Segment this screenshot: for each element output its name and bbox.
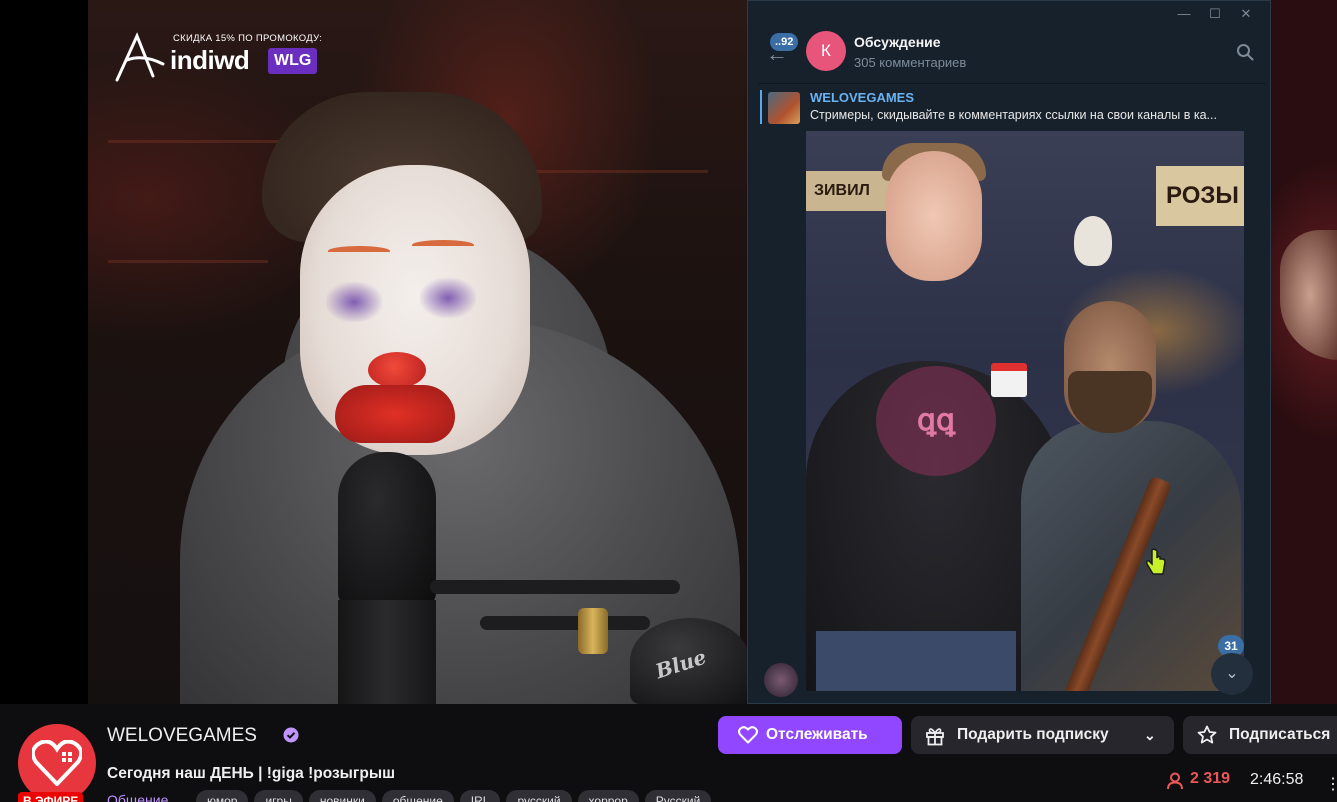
tag-chip[interactable]: русский xyxy=(506,790,572,802)
pinned-sender: WELOVEGAMES xyxy=(810,90,915,105)
follow-label: Отслеживать xyxy=(766,726,868,743)
pinned-thumbnail xyxy=(768,92,800,124)
gift-subscription-button[interactable]: Подарить подписку ⌄ xyxy=(911,716,1174,754)
follow-button[interactable]: Отслеживать xyxy=(718,716,902,754)
clown-lips xyxy=(335,385,455,443)
chevron-down-icon: ⌄ xyxy=(1144,727,1156,743)
tag-list: юмор игры новинки общение IRL русский хо… xyxy=(196,790,712,802)
viewer-number: 2 319 xyxy=(1190,770,1231,787)
tag-chip[interactable]: хоррор xyxy=(577,790,639,802)
subscribe-label: Подписаться xyxy=(1229,726,1331,743)
microphone-body xyxy=(338,600,436,704)
stream-page: Blue СКИДКА 15% ПО ПРОМОКОДУ: indiwd WLG… xyxy=(0,0,1337,802)
clown-nose xyxy=(368,352,426,388)
microphone xyxy=(338,452,436,607)
face-paint-eye xyxy=(326,282,382,322)
tag-chip[interactable]: Русский xyxy=(644,790,712,802)
gift-label: Подарить подписку xyxy=(957,726,1109,743)
hand-cursor-icon xyxy=(1146,548,1166,575)
photo-name-tag xyxy=(991,363,1027,397)
search-icon[interactable] xyxy=(1236,43,1254,61)
channel-name[interactable]: WELOVEGAMES xyxy=(107,725,257,747)
maximize-icon[interactable]: ☐ xyxy=(1207,6,1223,22)
heart-gamepad-logo-icon xyxy=(32,740,82,786)
face-paint-brow xyxy=(412,240,474,250)
stream-uptime: 2:46:58 xyxy=(1250,771,1304,788)
pinned-indicator xyxy=(760,90,762,124)
channel-info-bar: В ЭФИРЕ WELOVEGAMES Сегодня наш ДЕНЬ | !… xyxy=(0,704,1337,802)
more-options-icon[interactable]: ⋮ xyxy=(1325,774,1337,793)
message-photo[interactable]: ЗИВИЛ РОЗЫ ꝗꝗ xyxy=(806,131,1244,691)
tag-chip[interactable]: игры xyxy=(254,790,303,802)
scroll-down-icon[interactable]: ⌄ xyxy=(1211,653,1253,695)
verified-badge-icon xyxy=(283,727,299,743)
unread-badge: ..92 xyxy=(770,33,799,51)
tag-chip[interactable]: общение xyxy=(381,790,454,802)
promo-brand: indiwd xyxy=(170,45,250,75)
video-letterbox xyxy=(0,0,88,704)
photo-sign: РОЗЫ xyxy=(1156,166,1244,226)
heart-icon xyxy=(738,726,758,744)
subscribe-button[interactable]: Подписаться xyxy=(1183,716,1337,754)
photo-jeans xyxy=(816,631,1016,691)
mic-arm xyxy=(430,580,680,594)
star-icon xyxy=(1197,725,1217,744)
promo-text: СКИДКА 15% ПО ПРОМОКОДУ: xyxy=(173,33,323,44)
stream-title: Сегодня наш ДЕНЬ | !giga !розыгрыш xyxy=(107,765,395,782)
chat-title[interactable]: Обсуждение xyxy=(854,34,941,50)
photo-shirt-logo: ꝗꝗ xyxy=(876,366,996,476)
channel-avatar[interactable] xyxy=(18,724,96,802)
photo-skull xyxy=(1074,216,1112,266)
photo-person-face xyxy=(886,151,982,281)
window-titlebar: — ☐ ✕ xyxy=(748,1,1270,27)
background-shelf xyxy=(108,140,288,143)
chat-subtitle: 305 комментариев xyxy=(854,55,967,70)
tag-chip[interactable]: юмор xyxy=(196,790,249,802)
pinned-message[interactable]: WELOVEGAMES Стримеры, скидывайте в комме… xyxy=(758,83,1266,129)
telegram-window: — ☐ ✕ ← ..92 К Обсуждение 305 комментари… xyxy=(747,0,1271,704)
mic-arm xyxy=(480,616,650,630)
tag-chip[interactable]: IRL xyxy=(459,790,501,802)
indiwd-logo-icon xyxy=(115,32,165,82)
face-paint-brow xyxy=(328,246,390,256)
category-link[interactable]: Общение xyxy=(107,792,168,802)
pinned-text: Стримеры, скидывайте в комментариях ссыл… xyxy=(810,108,1217,122)
mic-arm-joint xyxy=(578,608,608,654)
gift-icon xyxy=(926,728,944,746)
video-player[interactable]: Blue СКИДКА 15% ПО ПРОМОКОДУ: indiwd WLG… xyxy=(0,0,1337,704)
background-shelf xyxy=(108,260,268,263)
chat-avatar[interactable]: К xyxy=(806,31,846,71)
viewer-person-icon xyxy=(1167,772,1183,790)
background-shelf xyxy=(508,170,708,173)
sponsor-overlay: СКИДКА 15% ПО ПРОМОКОДУ: indiwd WLG xyxy=(113,28,328,88)
promo-code: WLG xyxy=(268,48,318,74)
close-icon[interactable]: ✕ xyxy=(1238,6,1254,22)
chat-header: ← ..92 К Обсуждение 305 комментариев xyxy=(748,27,1270,77)
tag-chip[interactable]: новинки xyxy=(308,790,376,802)
live-badge: В ЭФИРЕ xyxy=(18,792,84,802)
sender-avatar[interactable] xyxy=(764,663,798,697)
face-paint-eye xyxy=(420,278,476,318)
minimize-icon[interactable]: — xyxy=(1176,6,1192,22)
